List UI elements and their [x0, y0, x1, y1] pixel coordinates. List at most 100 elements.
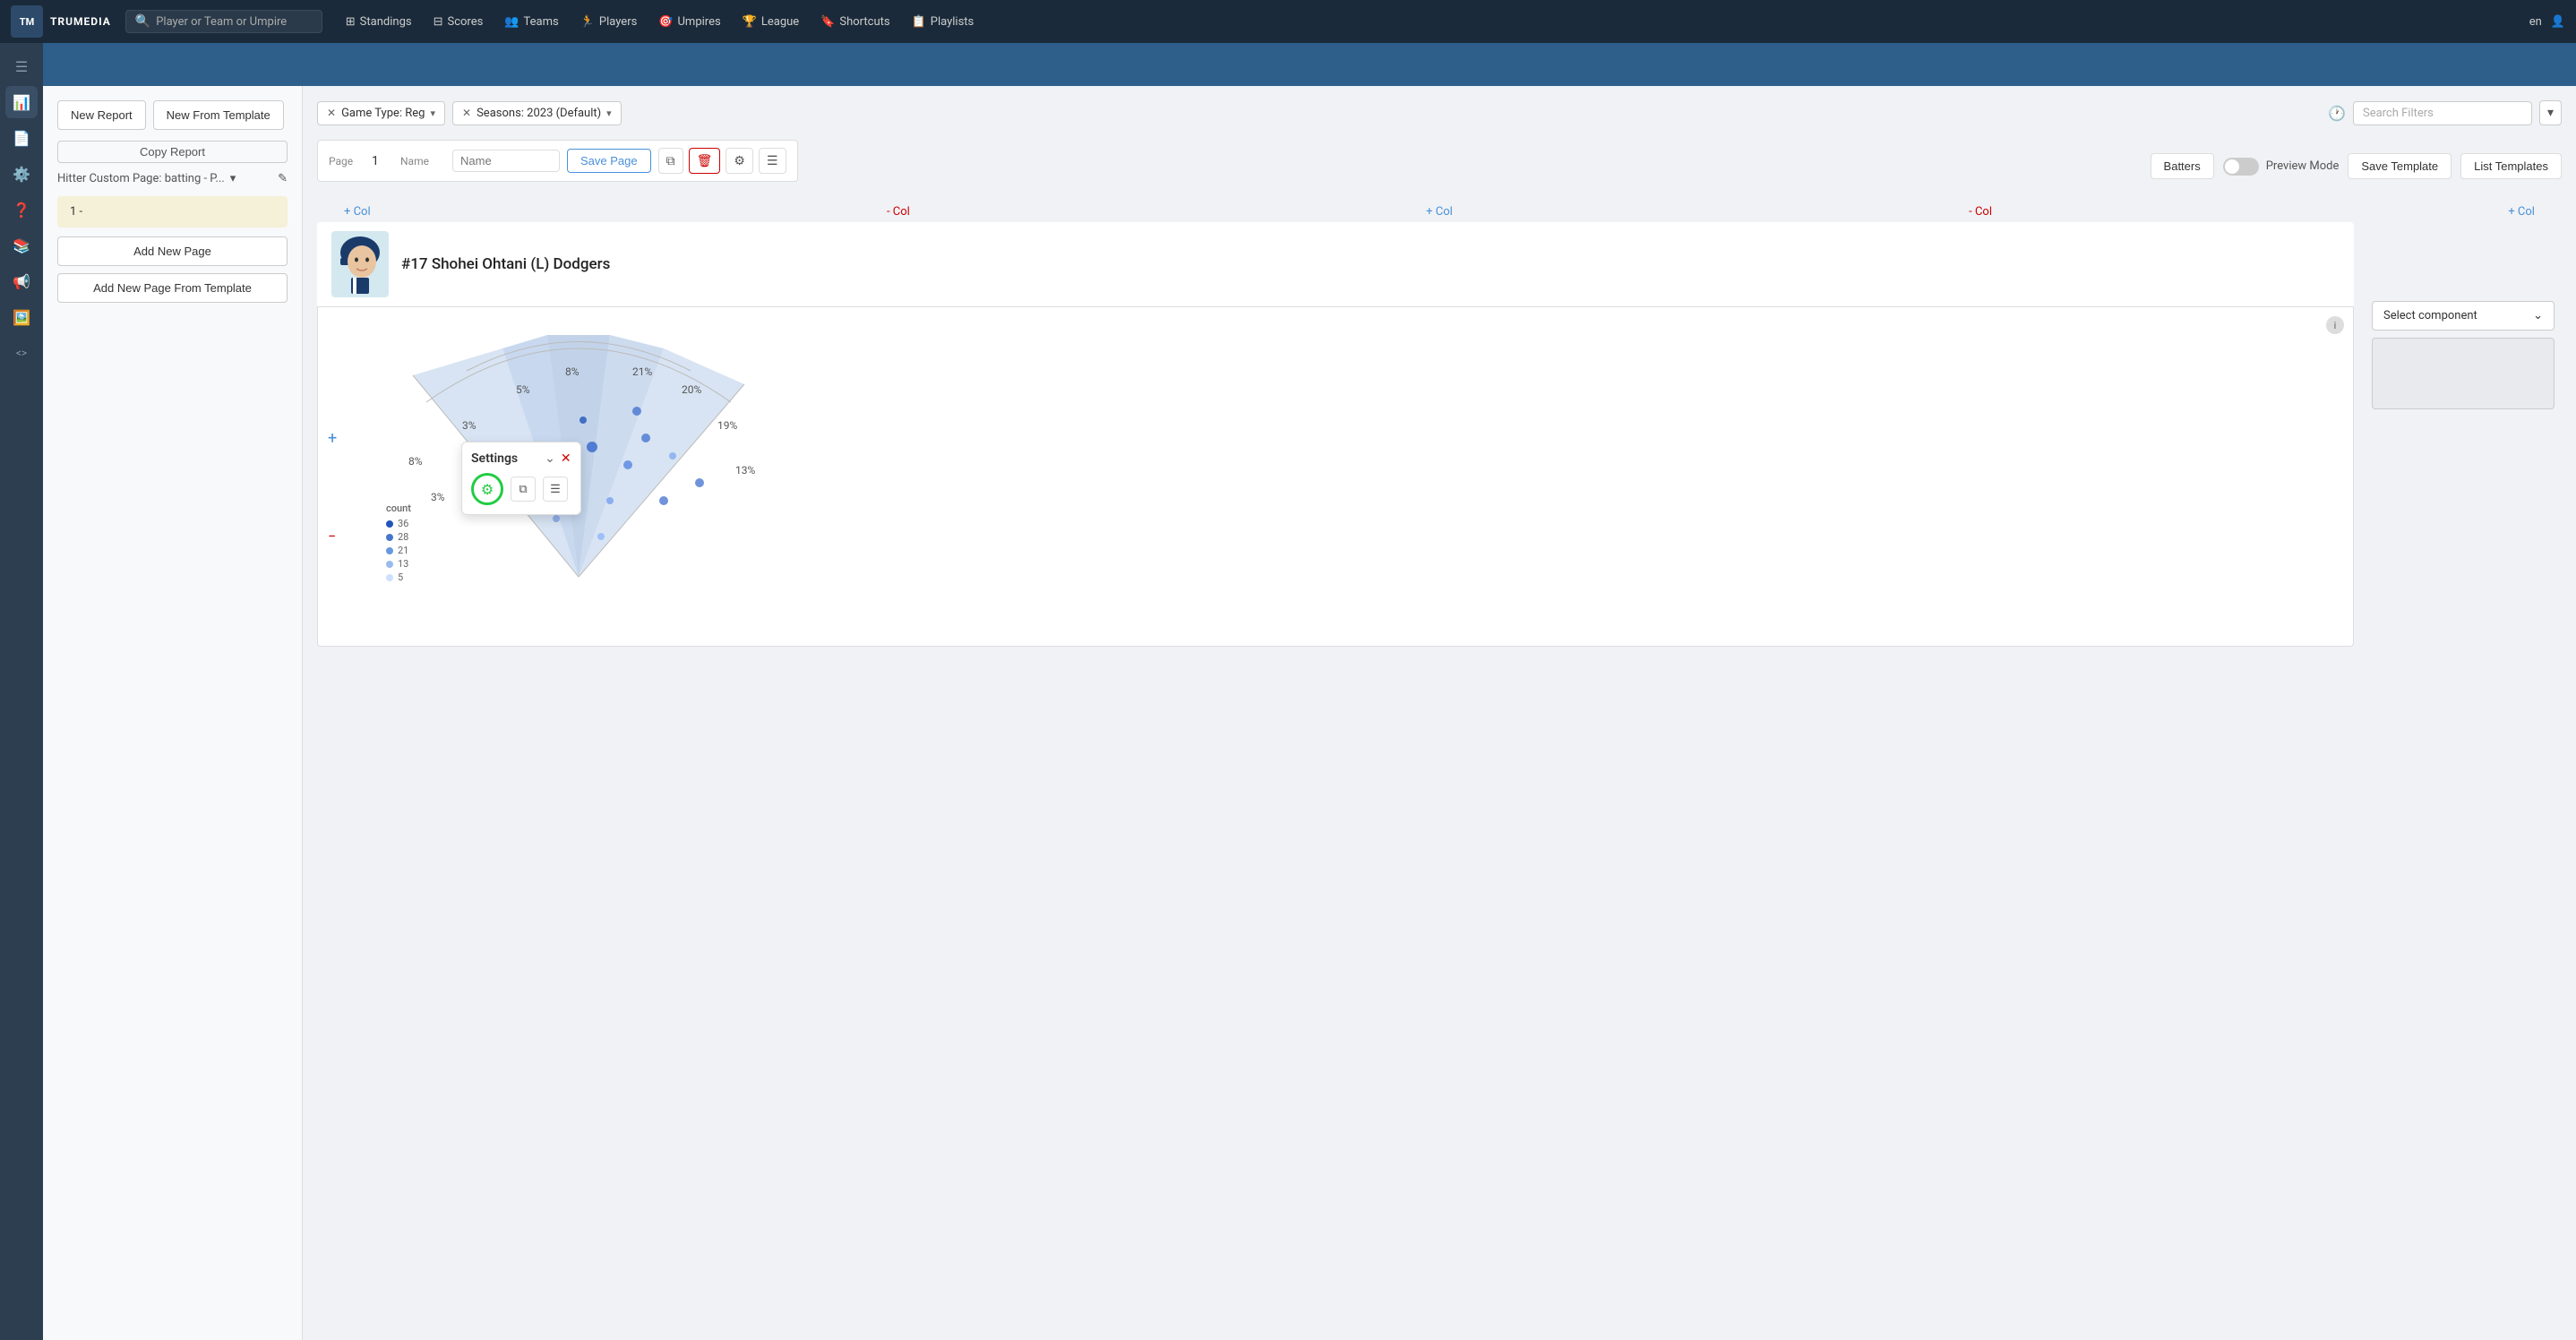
shortcuts-icon: 🔖 [820, 15, 835, 29]
svg-text:21%: 21% [632, 365, 652, 378]
settings-popup: Settings ⌄ ✕ ⚙ ⧉ ☰ [461, 442, 581, 515]
copy-report-button[interactable]: Copy Report [57, 141, 288, 163]
filter-game-type-label: Game Type: Reg [341, 107, 425, 120]
settings-copy-button[interactable]: ⧉ [511, 477, 536, 502]
global-search[interactable]: 🔍 Player or Team or Umpire [125, 10, 322, 33]
logo-icon: TM [11, 5, 43, 38]
settings-title: Settings [471, 451, 518, 466]
legend-item-28: 28 [386, 531, 411, 543]
legend-item-5: 5 [386, 571, 411, 583]
content-area: + Col - Col + Col - Col + Col [317, 205, 2562, 647]
sidebar-help[interactable]: ❓ [5, 193, 38, 226]
remove-col-1[interactable]: - Col [887, 205, 910, 219]
settings-action-row: ⚙ ⧉ ☰ [471, 473, 571, 505]
player-full-name: #17 Shohei Ohtani (L) Dodgers [401, 255, 610, 273]
standings-label: Standings [360, 15, 412, 29]
user-avatar-icon[interactable]: 👤 [2551, 15, 2565, 29]
sidebar-pages[interactable]: 📄 [5, 122, 38, 154]
sidebar-broadcast[interactable]: 📢 [5, 265, 38, 297]
delete-page-button[interactable]: 🗑 [689, 148, 721, 174]
list-templates-button[interactable]: List Templates [2460, 153, 2562, 179]
nav-shortcuts[interactable]: 🔖 Shortcuts [811, 12, 898, 32]
nav-standings[interactable]: ⊞ Standings [337, 12, 421, 32]
filter-expand-button[interactable]: ▾ [2539, 100, 2562, 125]
history-icon: 🕐 [2328, 105, 2346, 122]
lang-label[interactable]: en [2529, 15, 2542, 29]
player-header: #17 Shohei Ohtani (L) Dodgers [317, 222, 2354, 306]
filter-x-icon[interactable]: ✕ [327, 107, 336, 119]
players-label: Players [599, 15, 637, 29]
sidebar-images[interactable]: 🖼️ [5, 301, 38, 333]
svg-text:20%: 20% [682, 383, 701, 396]
page-dropdown-label: Hitter Custom Page: batting - P... [57, 172, 225, 185]
filter-game-type[interactable]: ✕ Game Type: Reg ▾ [317, 101, 445, 125]
add-new-page-button[interactable]: Add New Page [57, 236, 288, 266]
sidebar-menu[interactable]: ☰ [5, 50, 38, 82]
topnav: TM TRUMEDIA 🔍 Player or Team or Umpire ⊞… [0, 0, 2576, 43]
sidebar-reports[interactable]: 📊 [5, 86, 38, 118]
name-col-label: Name [400, 155, 445, 168]
page-name-row: Page 1 Name Save Page ⧉ 🗑 ⚙ ☰ [317, 140, 798, 182]
select-component-button[interactable]: Select component ⌄ [2372, 301, 2555, 331]
add-new-page-template-button[interactable]: Add New Page From Template [57, 273, 288, 303]
svg-text:8%: 8% [565, 365, 580, 378]
edit-icon[interactable]: ✎ [278, 172, 288, 185]
new-from-template-button[interactable]: New From Template [153, 100, 284, 130]
settings-gear-button[interactable]: ⚙ [471, 473, 503, 505]
page-item-1[interactable]: 1 - [57, 196, 288, 228]
save-page-button[interactable]: Save Page [567, 149, 651, 173]
svg-text:19%: 19% [717, 419, 737, 432]
search-filters-input[interactable]: Search Filters [2353, 101, 2532, 125]
toggle-switch[interactable] [2223, 158, 2259, 176]
filter-seasons-x-icon[interactable]: ✕ [462, 107, 471, 119]
toggle-knob [2225, 159, 2239, 174]
filter-seasons-label: Seasons: 2023 (Default) [477, 107, 601, 120]
remove-col-2[interactable]: - Col [1969, 205, 1992, 219]
nav-scores[interactable]: ⊟ Scores [425, 12, 493, 32]
batters-button[interactable]: Batters [2151, 153, 2214, 179]
nav-teams[interactable]: 👥 Teams [495, 12, 567, 32]
blue-banner [43, 43, 2576, 86]
umpires-icon: 🎯 [658, 15, 673, 29]
nav-league[interactable]: 🏆 League [734, 12, 809, 32]
reorder-page-button[interactable]: ☰ [759, 148, 786, 174]
add-col-right[interactable]: + Col [2508, 205, 2535, 219]
chart-layout: #17 Shohei Ohtani (L) Dodgers i + − [317, 222, 2562, 647]
page-name-input[interactable] [452, 150, 560, 172]
filter-chevron-icon: ▾ [430, 107, 435, 119]
page-dropdown[interactable]: Hitter Custom Page: batting - P... ▾ ✎ [57, 172, 288, 185]
filter-seasons[interactable]: ✕ Seasons: 2023 (Default) ▾ [452, 101, 622, 125]
settings-collapse-icon[interactable]: ⌄ [545, 451, 555, 466]
league-label: League [761, 15, 799, 29]
sidebar-code[interactable]: <> [5, 337, 38, 369]
preview-mode-toggle[interactable]: Preview Mode [2223, 158, 2340, 176]
right-buttons: Batters Preview Mode Save Template List … [2151, 153, 2562, 179]
nav-umpires[interactable]: 🎯 Umpires [649, 12, 729, 32]
legend-title: count [386, 502, 411, 514]
chart-legend: count 36 28 21 [386, 502, 411, 585]
add-col-left[interactable]: + Col [344, 205, 371, 219]
copy-page-icon-button[interactable]: ⧉ [658, 148, 683, 174]
shortcuts-label: Shortcuts [839, 15, 889, 29]
player-avatar [331, 231, 389, 297]
teams-icon: 👥 [504, 15, 519, 29]
left-panel: New Report New From Template Copy Report… [43, 86, 303, 1340]
spray-chart-wrapper: 3% 3% 5% 8% 21% 20% 19% [359, 322, 2339, 612]
settings-page-button[interactable]: ⚙ [726, 148, 753, 174]
legend-item-21: 21 [386, 545, 411, 556]
save-template-button[interactable]: Save Template [2348, 153, 2451, 179]
add-col-2[interactable]: + Col [1426, 205, 1453, 219]
settings-header: Settings ⌄ ✕ [471, 451, 571, 466]
new-report-button[interactable]: New Report [57, 100, 146, 130]
league-icon: 🏆 [743, 15, 757, 29]
svg-text:5%: 5% [516, 383, 530, 396]
page-number: 1 [372, 154, 393, 168]
nav-playlists[interactable]: 📋 Playlists [903, 12, 983, 32]
chart-panel: #17 Shohei Ohtani (L) Dodgers i + − [317, 222, 2354, 647]
settings-filter-button[interactable]: ☰ [543, 477, 568, 502]
sidebar-library[interactable]: 📚 [5, 229, 38, 262]
nav-players[interactable]: 🏃 Players [571, 12, 647, 32]
settings-close-icon[interactable]: ✕ [561, 451, 571, 466]
player-info: #17 Shohei Ohtani (L) Dodgers [401, 255, 610, 273]
sidebar-settings[interactable]: ⚙️ [5, 158, 38, 190]
